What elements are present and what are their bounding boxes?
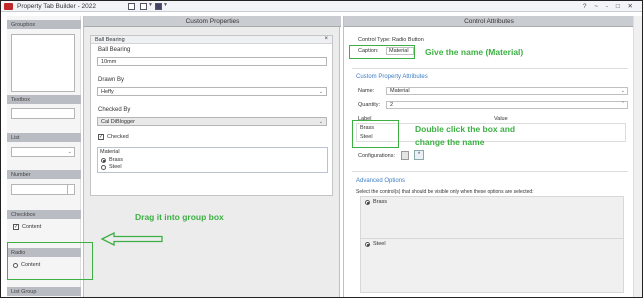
radio-highlight-box — [7, 242, 93, 280]
custom-properties-header: Custom Properties — [84, 16, 341, 27]
advanced-options-title: Advanced Options — [356, 178, 406, 184]
quantity-input[interactable]: 2 ⌃ — [386, 101, 628, 109]
brass-options-box[interactable]: Brass — [360, 196, 624, 240]
name-value: Material — [390, 88, 410, 94]
number-preview[interactable] — [11, 184, 75, 195]
divider — [352, 68, 628, 69]
checkbox-preview-icon[interactable]: ✓ — [13, 224, 19, 230]
field-label-drawn-by: Drawn By — [98, 77, 125, 83]
chevron-down-icon: ⌄ — [318, 89, 323, 95]
double-click-annotation-line2: change the name — [415, 137, 485, 147]
drawn-by-value: Heffy — [101, 89, 114, 95]
steel-option-radio[interactable] — [365, 242, 370, 247]
spinner-icon: ⌃ — [620, 101, 625, 107]
property-card: Ball Bearing × Ball Bearing 10mm Drawn B… — [90, 35, 333, 196]
textbox-preview[interactable] — [11, 108, 75, 119]
palette-list-label: List — [11, 134, 20, 141]
title-bar: Property Tab Builder - 2022 ▼ ▼ ? ~ - □ … — [1, 1, 642, 12]
window-controls[interactable]: ? ~ - □ ✕ — [583, 2, 636, 10]
checkbox-content-label: Content — [22, 224, 42, 230]
palette-checkbox-label: Checkbox — [11, 211, 36, 218]
material-group-title: Material — [100, 149, 120, 155]
brass-option-label: Brass — [373, 199, 388, 205]
palette-number-header[interactable]: Number — [7, 170, 81, 179]
label-highlight-box — [352, 120, 399, 148]
field-label-checked-by: Checked By — [98, 107, 131, 113]
arrow-left-icon — [100, 232, 163, 246]
steel-radio-label: Steel — [109, 164, 122, 170]
custom-properties-panel: Custom Properties Ball Bearing × Ball Be… — [83, 16, 341, 297]
scrollbar[interactable] — [633, 16, 642, 297]
checked-by-value: Cal DiBlogger — [101, 119, 135, 125]
palette-groupbox-header[interactable]: Groupbox — [7, 20, 81, 29]
drawn-by-select[interactable]: Heffy ⌄ — [97, 87, 327, 96]
material-groupbox: Material Brass Steel — [97, 147, 328, 173]
name-select[interactable]: Material ⌄ — [386, 87, 628, 95]
app-title: Property Tab Builder - 2022 — [17, 3, 97, 10]
card-header: Ball Bearing × — [91, 36, 332, 44]
close-icon[interactable]: × — [324, 36, 328, 42]
quantity-label: Quantity: — [358, 102, 381, 108]
list-preview[interactable]: ⌄ — [11, 147, 75, 157]
steel-option-label: Steel — [373, 241, 386, 247]
palette-list-header[interactable]: List — [7, 133, 81, 142]
palette-textbox-label: Textbox — [11, 96, 30, 103]
drag-annotation: Drag it into group box — [135, 212, 224, 222]
chevron-down-icon[interactable]: ▼ — [163, 2, 168, 8]
control-type-label: Control Type: — [358, 37, 391, 43]
caption-highlight-box — [349, 45, 415, 59]
give-name-annotation: Give the name (Material) — [425, 47, 524, 57]
value-column-header: Value — [494, 116, 508, 122]
palette-listgroup-header[interactable]: List Group — [7, 287, 81, 296]
configurations-icon[interactable] — [401, 151, 409, 160]
card-title: Ball Bearing — [95, 37, 125, 43]
name-label: Name: — [358, 88, 375, 94]
steel-radio[interactable] — [101, 165, 106, 170]
chevron-down-icon: ⌄ — [318, 119, 323, 125]
brass-radio-label: Brass — [109, 157, 124, 163]
chevron-down-icon: ⌄ — [67, 149, 72, 155]
control-type-value: Radio Button — [392, 37, 424, 43]
palette-number-label: Number — [11, 171, 31, 178]
field-label-ball-bearing: Ball Bearing — [98, 47, 131, 53]
palette-listgroup-label: List Group — [11, 288, 37, 295]
chevron-down-icon: ⌄ — [620, 88, 625, 94]
ball-bearing-input[interactable]: 10mm — [97, 57, 327, 66]
palette-textbox-header[interactable]: Textbox — [7, 95, 81, 104]
checked-label: Checked — [107, 134, 129, 140]
control-attributes-header: Control Attributes — [344, 16, 634, 27]
palette-groupbox-label: Groupbox — [11, 21, 36, 28]
save-icon[interactable] — [155, 3, 162, 10]
divider — [352, 171, 628, 172]
checked-checkbox[interactable]: ✓ — [98, 134, 104, 140]
checked-by-select[interactable]: Cal DiBlogger ⌄ — [97, 117, 327, 126]
advanced-options-description: Select the control(s) that should be vis… — [356, 189, 534, 195]
number-spinner-icon — [67, 185, 74, 194]
brass-radio[interactable] — [101, 158, 106, 163]
open-folder-icon[interactable] — [140, 3, 147, 10]
configurations-label: Configurations: — [358, 153, 395, 159]
double-click-annotation-line1: Double click the box and — [415, 124, 516, 134]
palette-checkbox-header[interactable]: Checkbox — [7, 210, 81, 219]
brass-option-radio[interactable] — [365, 200, 370, 205]
new-file-icon[interactable] — [128, 3, 135, 10]
custom-properties-title: Custom Properties — [185, 18, 240, 25]
chevron-down-icon[interactable]: ▼ — [148, 2, 153, 8]
steel-options-box[interactable]: Steel — [360, 238, 624, 293]
groupbox-preview[interactable] — [11, 34, 75, 92]
ball-bearing-value: 10mm — [101, 59, 117, 65]
app-logo-icon — [4, 3, 13, 10]
quantity-value: 2 — [390, 102, 394, 108]
control-attributes-title: Control Attributes — [464, 18, 514, 25]
more-options-icon[interactable]: * — [414, 150, 424, 160]
custom-property-section-title: Custom Property Attributes — [356, 74, 428, 80]
